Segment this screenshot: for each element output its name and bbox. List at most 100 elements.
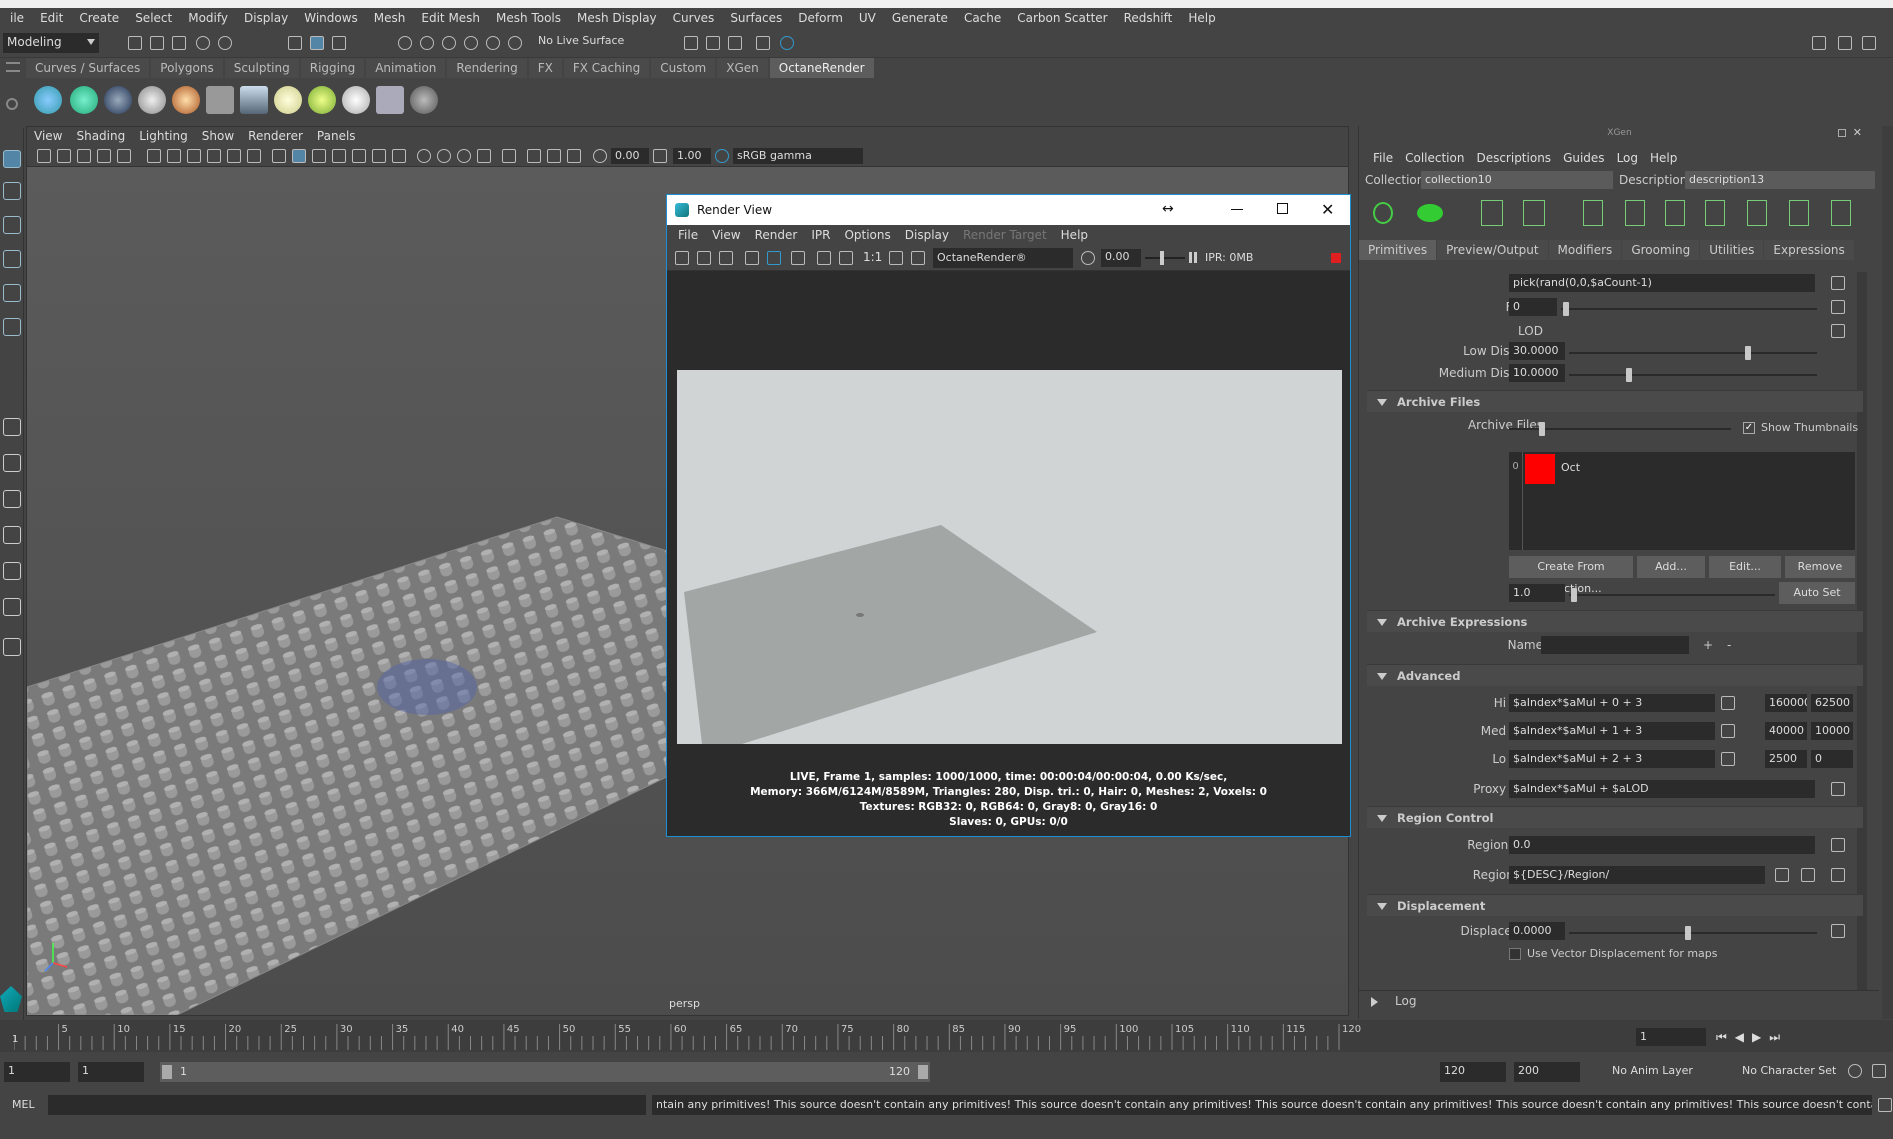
image-plane-icon[interactable] bbox=[97, 149, 111, 163]
select-by-component-icon[interactable] bbox=[332, 36, 346, 50]
vector-displacement-checkbox[interactable] bbox=[1509, 948, 1521, 960]
refresh-ipr-icon[interactable] bbox=[767, 251, 781, 265]
lights-icon[interactable] bbox=[372, 149, 386, 163]
float-panel-icon[interactable] bbox=[1838, 129, 1846, 137]
render-menu-file[interactable]: File bbox=[671, 228, 705, 242]
render-settings-icon[interactable] bbox=[728, 36, 742, 50]
lod-expression-icon[interactable] bbox=[1831, 324, 1845, 338]
single-pane-layout-icon[interactable] bbox=[3, 418, 21, 436]
octane-proxy-icon[interactable] bbox=[376, 86, 404, 114]
shelf-tab-fx-caching[interactable]: FX Caching bbox=[563, 58, 650, 78]
anim-prefs-icon[interactable] bbox=[1872, 1064, 1886, 1078]
region-mask-field[interactable]: 0.0 bbox=[1509, 836, 1815, 854]
menu-deform[interactable]: Deform bbox=[790, 11, 851, 25]
xgen-menu-descriptions[interactable]: Descriptions bbox=[1470, 151, 1557, 165]
range-end-handle[interactable] bbox=[918, 1065, 928, 1079]
exposure-icon[interactable] bbox=[1081, 251, 1095, 265]
lo-index-b-field[interactable]: 0 bbox=[1811, 750, 1853, 768]
menu-help[interactable]: Help bbox=[1180, 11, 1223, 25]
add-archive-button[interactable]: Add... bbox=[1637, 556, 1705, 578]
frame-field[interactable]: 0 bbox=[1509, 298, 1557, 316]
archive-expressions-section[interactable]: Archive Expressions bbox=[1367, 610, 1863, 632]
workspace-icon[interactable] bbox=[1812, 36, 1826, 50]
menu-select[interactable]: Select bbox=[127, 11, 180, 25]
menu-cache[interactable]: Cache bbox=[956, 11, 1009, 25]
redo-icon[interactable] bbox=[218, 36, 232, 50]
octane-environment-icon[interactable] bbox=[240, 86, 268, 114]
advanced-section[interactable]: Advanced bbox=[1367, 664, 1863, 686]
auto-set-button[interactable]: Auto Set bbox=[1779, 582, 1855, 604]
menu-generate[interactable]: Generate bbox=[884, 11, 956, 25]
alpha-channel-icon[interactable] bbox=[839, 251, 853, 265]
size-field[interactable]: 1.0 bbox=[1509, 584, 1565, 602]
viewport-menu-view[interactable]: View bbox=[27, 129, 69, 143]
folder-icon[interactable] bbox=[1831, 868, 1845, 882]
wireframe-on-shaded-icon[interactable] bbox=[332, 149, 346, 163]
viewport-menu-lighting[interactable]: Lighting bbox=[132, 129, 195, 143]
med-index-b-field[interactable]: 10000 bbox=[1811, 722, 1853, 740]
generate-primitives-icon[interactable] bbox=[1417, 204, 1443, 222]
menu-mesh-tools[interactable]: Mesh Tools bbox=[488, 11, 569, 25]
shadows-icon[interactable] bbox=[392, 149, 406, 163]
medium-distance-slider-knob[interactable] bbox=[1625, 368, 1632, 382]
xray-components-icon[interactable] bbox=[567, 149, 581, 163]
new-scene-icon[interactable] bbox=[128, 36, 142, 50]
menu-display[interactable]: Display bbox=[236, 11, 296, 25]
snap-point-icon[interactable] bbox=[442, 36, 456, 50]
range-start-handle[interactable] bbox=[162, 1065, 172, 1079]
exposure-field[interactable]: 0.00 bbox=[611, 148, 649, 164]
anim-end-field[interactable]: 200 bbox=[1514, 1062, 1580, 1082]
hypershade-icon[interactable] bbox=[756, 36, 770, 50]
xgen-menu-file[interactable]: File bbox=[1367, 151, 1399, 165]
channel-box-icon[interactable] bbox=[1838, 36, 1852, 50]
rebuild-guide-icon[interactable] bbox=[1747, 200, 1767, 226]
custom-layout-icon[interactable] bbox=[3, 638, 21, 656]
render-frame-icon[interactable] bbox=[684, 36, 698, 50]
current-frame-field[interactable]: 1 bbox=[1636, 1028, 1706, 1046]
medium-distance-slider[interactable] bbox=[1569, 374, 1817, 376]
character-set-select[interactable]: No Character Set bbox=[1742, 1064, 1836, 1077]
ipr-render-icon[interactable] bbox=[706, 36, 720, 50]
move-tool-icon[interactable] bbox=[3, 250, 21, 268]
close-panel-icon[interactable]: ✕ bbox=[1853, 126, 1862, 139]
xgen-tab-modifiers[interactable]: Modifiers bbox=[1548, 240, 1622, 260]
displacement-expression-icon[interactable] bbox=[1831, 924, 1845, 938]
textured-icon[interactable] bbox=[352, 149, 366, 163]
outliner-layout-icon[interactable] bbox=[3, 526, 21, 544]
hi-index-a-field[interactable]: 160000 bbox=[1765, 694, 1807, 712]
xgen-tab-utilities[interactable]: Utilities bbox=[1700, 240, 1764, 260]
guide-length-icon[interactable] bbox=[1705, 200, 1725, 226]
camera-attributes-icon[interactable] bbox=[57, 149, 71, 163]
shelf-tab-rendering[interactable]: Rendering bbox=[447, 58, 527, 78]
render-menu-view[interactable]: View bbox=[705, 228, 747, 242]
snap-view-icon[interactable] bbox=[464, 36, 478, 50]
xray-joints-icon[interactable] bbox=[547, 149, 561, 163]
frame-expression-icon[interactable] bbox=[1831, 300, 1845, 314]
shelf-tab-sculpting[interactable]: Sculpting bbox=[224, 58, 299, 78]
render-menu-display[interactable]: Display bbox=[898, 228, 956, 242]
guide-to-curve-icon[interactable] bbox=[1789, 200, 1809, 226]
four-pane-layout-icon[interactable] bbox=[3, 454, 21, 472]
med-expression-icon[interactable] bbox=[1721, 724, 1735, 738]
minimize-icon[interactable] bbox=[1231, 209, 1243, 210]
index-field[interactable]: pick(rand(0,0,$aCount-1) bbox=[1509, 274, 1815, 292]
lo-expression-icon[interactable] bbox=[1721, 752, 1735, 766]
ratio-button[interactable]: 1:1 bbox=[863, 250, 882, 264]
remove-expression-button[interactable]: - bbox=[1727, 638, 1731, 652]
snap-vertex-icon[interactable] bbox=[508, 36, 522, 50]
archive-list[interactable]: 0 Oct bbox=[1509, 452, 1855, 550]
xgen-tab-expressions[interactable]: Expressions bbox=[1764, 240, 1854, 260]
shelf-tab-octanerender[interactable]: OctaneRender bbox=[769, 58, 874, 78]
displacement-slider-knob[interactable] bbox=[1685, 926, 1691, 940]
archive-thumbnail[interactable] bbox=[1525, 454, 1555, 484]
collection-select[interactable]: collection10 bbox=[1421, 171, 1613, 189]
select-tool-icon[interactable] bbox=[3, 150, 21, 168]
gamma-field[interactable]: 1.00 bbox=[673, 148, 711, 164]
open-scene-icon[interactable] bbox=[150, 36, 164, 50]
bookmark-icon[interactable] bbox=[77, 149, 91, 163]
color-management-icon[interactable] bbox=[715, 149, 729, 163]
lo-index-a-field[interactable]: 2500 bbox=[1765, 750, 1807, 768]
attribute-editor-icon[interactable] bbox=[1862, 36, 1876, 50]
displacement-field[interactable]: 0.0000 bbox=[1509, 922, 1565, 940]
low-distance-slider-knob[interactable] bbox=[1744, 346, 1751, 360]
